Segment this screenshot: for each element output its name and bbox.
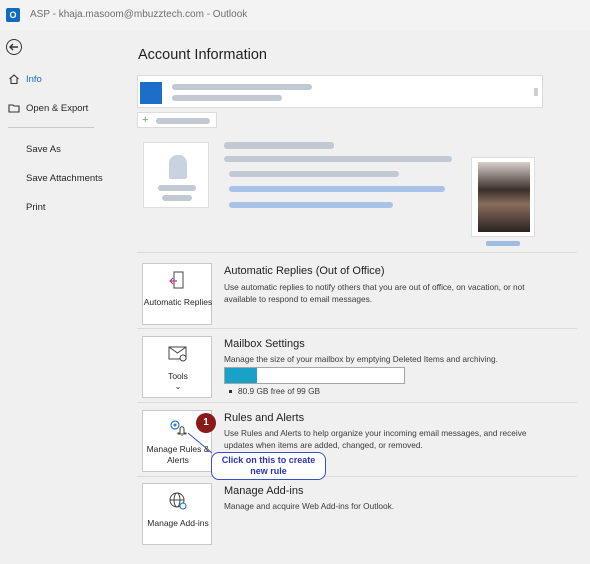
- window-title: ASP - khaja.masoom@mbuzztech.com - Outlo…: [30, 9, 248, 20]
- storage-text: 80.9 GB free of 99 GB: [238, 386, 321, 396]
- mailbox-storage-fill: [225, 368, 258, 383]
- section-divider: [137, 402, 577, 403]
- account-settings-button[interactable]: [143, 142, 209, 208]
- section-description: Manage the size of your mailbox by empty…: [224, 354, 498, 364]
- chevron-down-icon[interactable]: [534, 88, 538, 96]
- blurred-settings-desc: [224, 156, 452, 162]
- section-title: Automatic Replies (Out of Office): [224, 265, 385, 277]
- nav-item-info[interactable]: Info: [0, 70, 111, 90]
- folder-open-icon: [8, 102, 20, 114]
- section-description: Use Rules and Alerts to help organize yo…: [224, 428, 527, 450]
- info-pane: Account Information + Automatic Replies …: [111, 30, 590, 564]
- instruction-callout: Click on this to create new rule: [211, 452, 326, 480]
- tools-icon: [167, 343, 189, 365]
- nav-item-save-attachments[interactable]: Save Attachments: [0, 169, 111, 189]
- tile-label: Automatic Replies: [143, 297, 213, 307]
- tile-label: Manage Add-ins: [147, 518, 209, 528]
- nav-item-label: Open & Export: [26, 103, 89, 114]
- storage-status: 80.9 GB free of 99 GB: [229, 386, 320, 396]
- person-icon: [169, 155, 187, 179]
- mailbox-storage-bar: [224, 367, 405, 384]
- section-title: Mailbox Settings: [224, 338, 305, 350]
- profile-photo: [471, 157, 535, 237]
- backstage-nav: Info Open & Export Save As Save Attachme…: [0, 30, 111, 564]
- nav-item-label: Save As: [26, 144, 61, 155]
- section-title: Manage Add-ins: [224, 485, 304, 497]
- nav-item-label: Save Attachments: [26, 173, 103, 184]
- exchange-account-icon: [140, 82, 162, 104]
- account-selector[interactable]: [137, 75, 543, 108]
- chevron-down-icon: ⌄: [174, 382, 182, 391]
- blurred-settings-link[interactable]: [229, 186, 445, 192]
- section-divider: [137, 252, 577, 253]
- blurred-settings-link[interactable]: [229, 202, 393, 208]
- tools-button[interactable]: Tools ⌄: [142, 336, 212, 398]
- page-title: Account Information: [138, 47, 267, 63]
- add-account-button[interactable]: +: [137, 112, 217, 128]
- nav-item-label: Info: [26, 74, 42, 85]
- blurred-account-name: [172, 84, 312, 90]
- nav-divider: [8, 127, 94, 128]
- automatic-replies-icon: [167, 270, 189, 292]
- home-icon: [8, 73, 20, 85]
- blurred-add-account-label: [156, 118, 210, 124]
- globe-gear-icon: [167, 490, 189, 512]
- nav-item-print[interactable]: Print: [0, 198, 111, 218]
- plus-icon: +: [142, 114, 149, 126]
- manage-add-ins-button[interactable]: Manage Add-ins: [142, 483, 212, 545]
- blurred-settings-bullet: [229, 171, 399, 177]
- step-number-badge: 1: [196, 413, 216, 433]
- change-photo-link[interactable]: [486, 241, 520, 246]
- blurred-settings-title: [224, 142, 334, 149]
- section-divider: [137, 476, 577, 477]
- nav-item-open-export[interactable]: Open & Export: [0, 99, 111, 119]
- nav-item-save-as[interactable]: Save As: [0, 140, 111, 160]
- section-description: Use automatic replies to notify others t…: [224, 282, 525, 304]
- blurred-account-type: [172, 95, 282, 101]
- back-arrow-icon[interactable]: [6, 39, 22, 55]
- automatic-replies-button[interactable]: Automatic Replies: [142, 263, 212, 325]
- blurred-tile-label: [162, 195, 192, 201]
- section-description: Manage and acquire Web Add-ins for Outlo…: [224, 501, 395, 511]
- callout-pointer: [187, 432, 213, 454]
- outlook-icon: O: [6, 8, 20, 22]
- section-divider: [137, 328, 577, 329]
- blurred-tile-label: [158, 185, 196, 191]
- section-title: Rules and Alerts: [224, 412, 305, 424]
- nav-item-label: Print: [26, 202, 46, 213]
- title-bar: O ASP - khaja.masoom@mbuzztech.com - Out…: [0, 0, 590, 30]
